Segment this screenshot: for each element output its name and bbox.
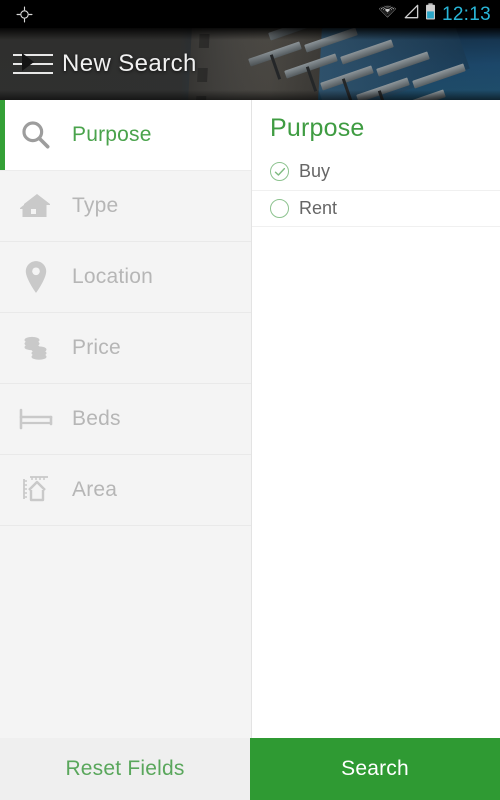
sidebar-item-price[interactable]: Price [0,313,251,384]
coins-stack-icon [0,332,72,364]
sidebar-item-label: Price [72,336,121,359]
sidebar-item-label: Location [72,265,153,288]
bottom-action-bar: Reset Fields Search [0,738,500,800]
status-bar-icons: 12:13 [378,3,500,25]
option-row-buy[interactable]: Buy [252,153,500,190]
wifi-icon [378,4,397,24]
panel-heading: Purpose [270,114,365,142]
sidebar-item-label: Type [72,194,119,217]
option-label: Rent [299,198,338,218]
option-row-rent[interactable]: Rent [252,190,500,227]
search-button[interactable]: Search [250,738,500,800]
sidebar-item-area[interactable]: Area [0,455,251,526]
map-pin-icon [0,260,72,294]
gps-crosshair-icon [0,5,48,23]
battery-icon [425,3,436,25]
sidebar-item-label: Area [72,478,118,501]
option-label: Buy [299,161,331,181]
reset-fields-button[interactable]: Reset Fields [0,738,250,800]
hamburger-menu-icon[interactable] [0,53,62,74]
radio-unchecked-icon[interactable] [270,199,289,218]
magnifier-icon [0,118,72,152]
page-title: New Search [62,50,197,77]
bed-icon [0,406,72,432]
sidebar-item-purpose[interactable]: Purpose [0,100,251,171]
sidebar-item-label: Beds [72,407,121,430]
sidebar-empty-space [0,526,251,634]
content-area: Purpose Type Location Price Beds Area Pu… [0,100,500,738]
sidebar-item-location[interactable]: Location [0,242,251,313]
hamburger-bar [13,72,53,74]
status-bar-clock: 12:13 [441,3,491,25]
sidebar-item-beds[interactable]: Beds [0,384,251,455]
radio-checked-icon[interactable] [270,162,289,181]
house-icon [0,191,72,221]
drawer-arrow-icon [22,53,34,71]
filter-detail-panel: Purpose Buy Rent [252,100,500,738]
app-header: New Search [0,28,500,100]
sidebar-item-type[interactable]: Type [0,171,251,242]
filter-sidebar: Purpose Type Location Price Beds Area [0,100,252,738]
cellular-signal-icon [403,4,419,24]
sidebar-item-label: Purpose [72,123,152,146]
house-ruler-icon [0,474,72,506]
status-bar: 12:13 [0,0,500,28]
